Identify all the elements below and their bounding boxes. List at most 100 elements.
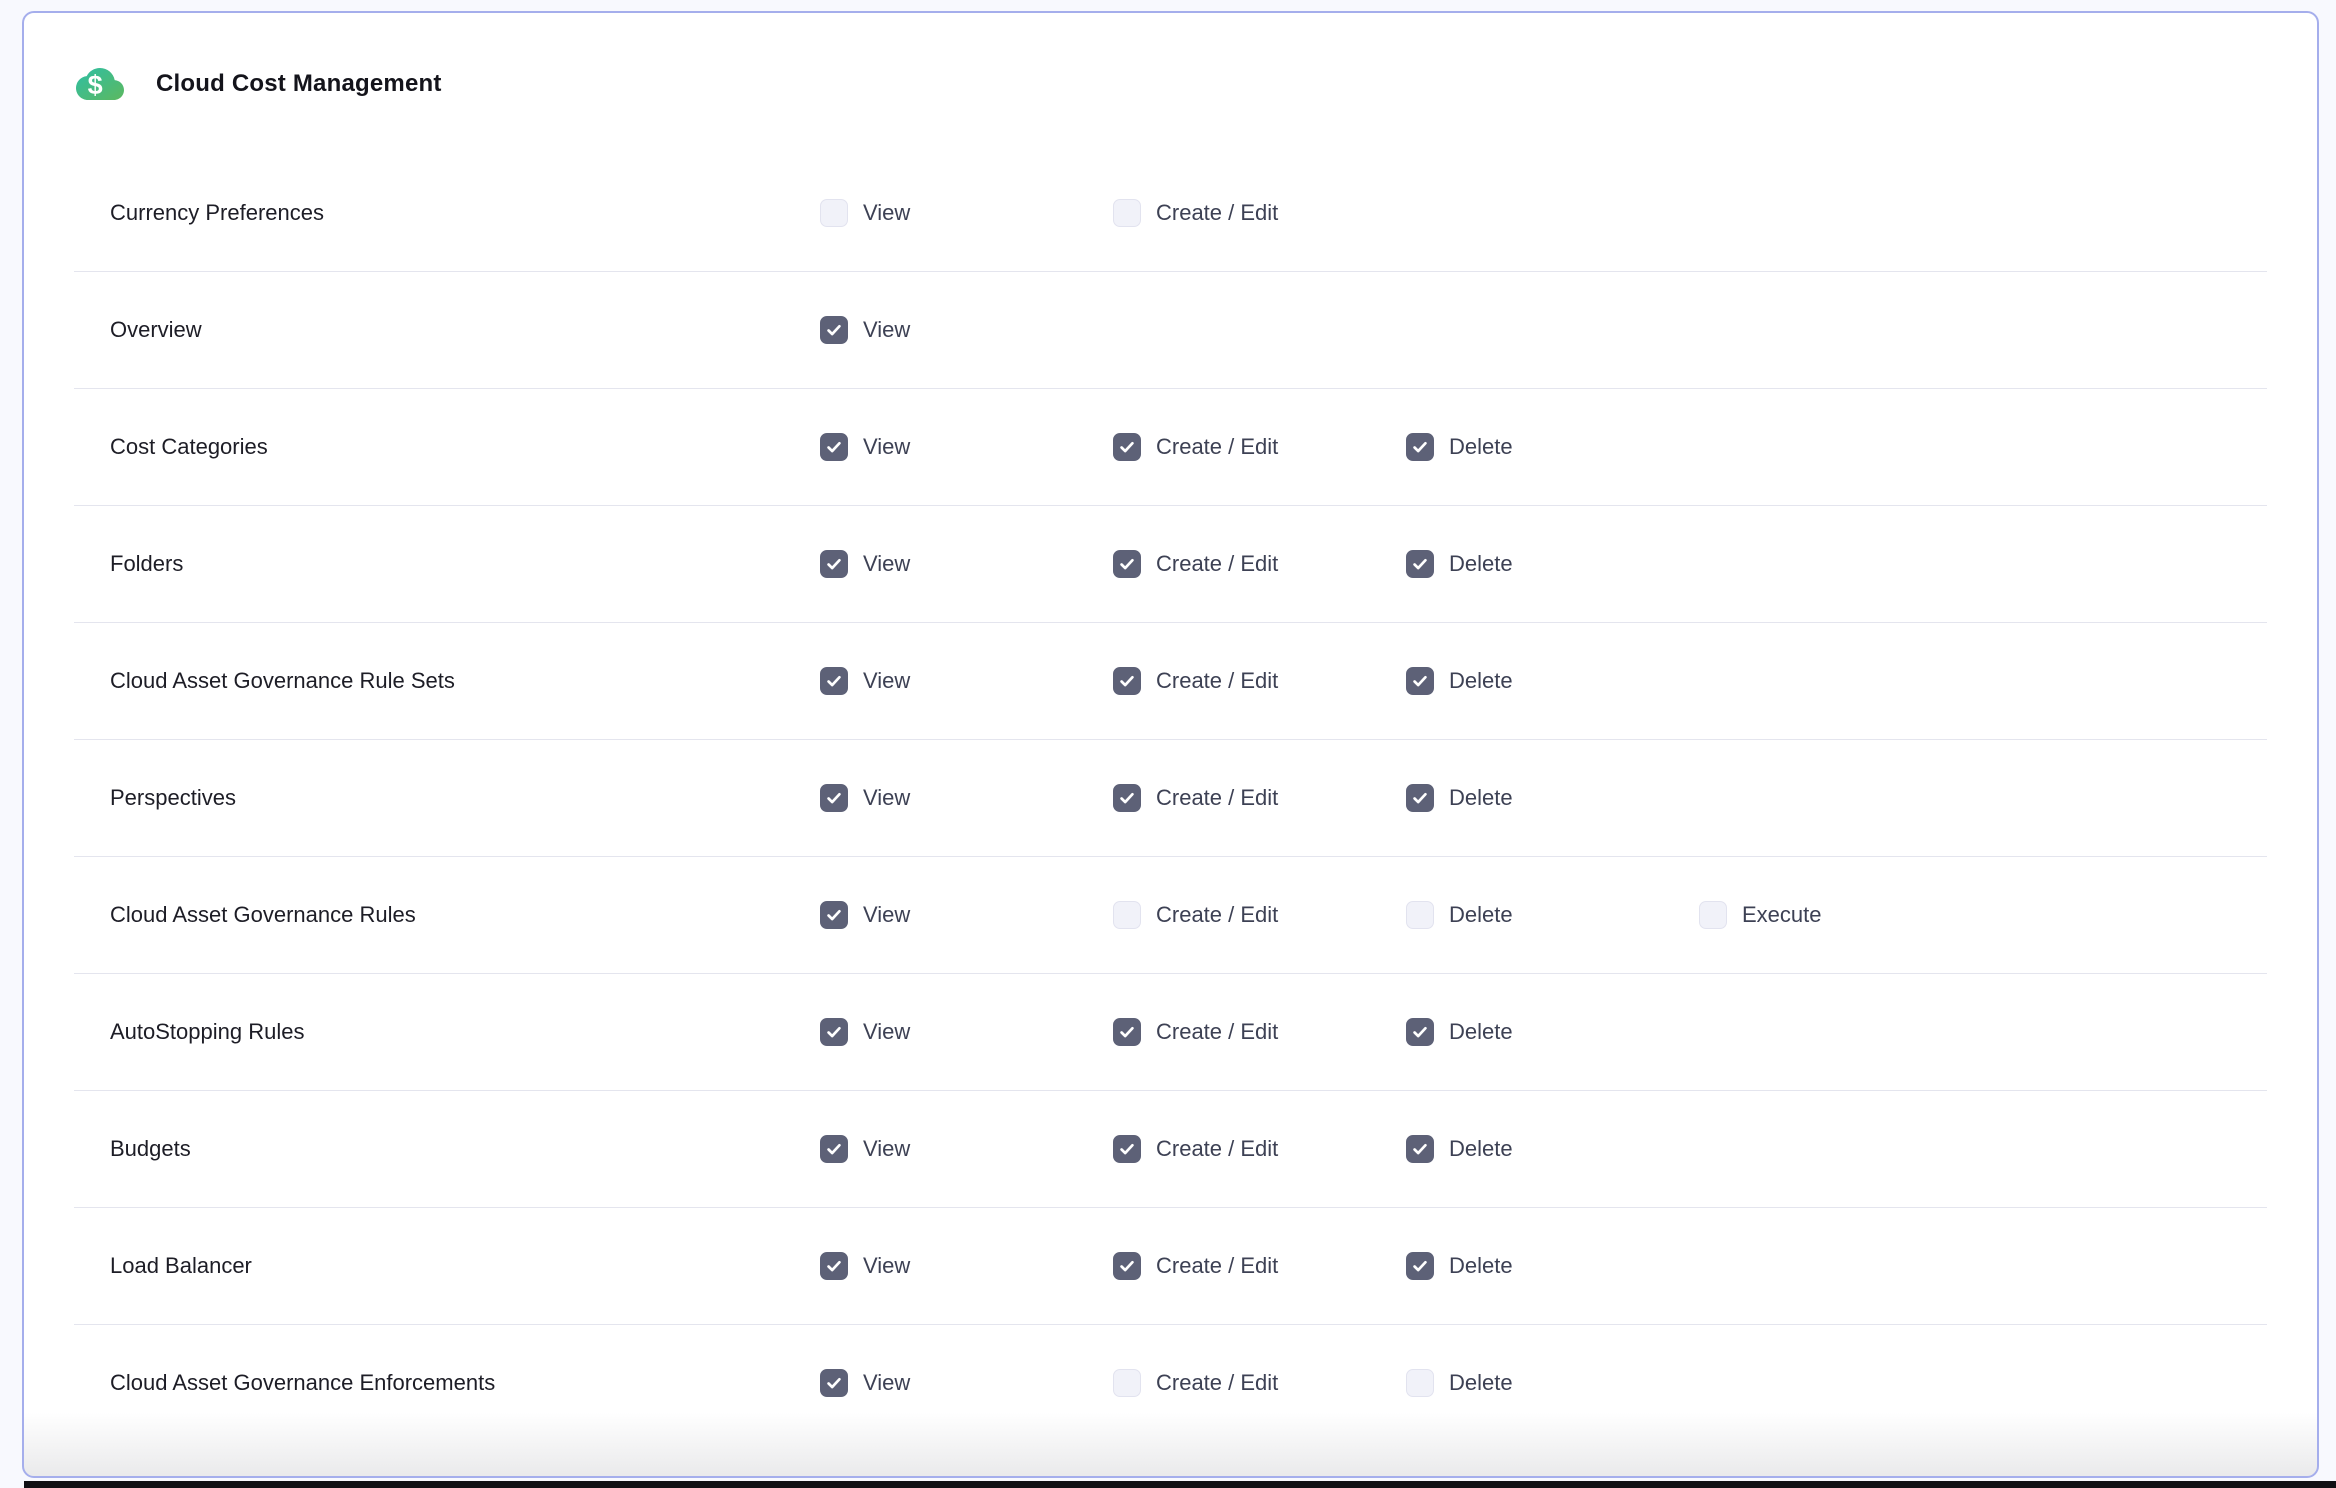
view-checkbox[interactable] [820, 550, 848, 578]
view-checkbox[interactable] [820, 1369, 848, 1397]
delete-checkbox[interactable] [1406, 784, 1434, 812]
permission-label: Create / Edit [1156, 1136, 1278, 1162]
permission-create_edit[interactable]: Create / Edit [1113, 1369, 1406, 1397]
permission-view[interactable]: View [820, 901, 1113, 929]
permission-label: View [863, 785, 910, 811]
permission-row: Cost CategoriesView Create / Edit Delete [74, 388, 2267, 505]
permission-create_edit[interactable]: Create / Edit [1113, 199, 1406, 227]
resource-label: Budgets [110, 1136, 820, 1162]
permission-label: Delete [1449, 1019, 1513, 1045]
create_edit-checkbox[interactable] [1113, 550, 1141, 578]
view-checkbox[interactable] [820, 784, 848, 812]
permission-row: Folders View Create / Edit Delete [74, 505, 2267, 622]
permission-row: Cloud Asset Governance Rule SetsViewCrea… [74, 622, 2267, 739]
permission-view[interactable]: View [820, 433, 1113, 461]
permission-label: Delete [1449, 434, 1513, 460]
view-checkbox[interactable] [820, 433, 848, 461]
permission-create_edit[interactable]: Create / Edit [1113, 1135, 1406, 1163]
resource-label: Cloud Asset Governance Enforcements [110, 1370, 820, 1396]
resource-label: Cloud Asset Governance Rules [110, 902, 820, 928]
permission-view[interactable]: View [820, 667, 1113, 695]
permission-create_edit[interactable]: Create / Edit [1113, 550, 1406, 578]
resource-label: Cost Categories [110, 434, 820, 460]
permission-create_edit[interactable]: Create / Edit [1113, 1252, 1406, 1280]
view-checkbox[interactable] [820, 199, 848, 227]
permission-create_edit[interactable]: Create / Edit [1113, 1018, 1406, 1046]
permission-label: Delete [1449, 1136, 1513, 1162]
view-checkbox[interactable] [820, 1018, 848, 1046]
svg-text:$: $ [88, 70, 103, 100]
permission-view[interactable]: View [820, 1018, 1113, 1046]
permissions-card: $ Cloud Cost Management Currency Prefere… [22, 11, 2319, 1478]
permission-delete[interactable]: Delete [1406, 433, 1699, 461]
permission-delete[interactable]: Delete [1406, 667, 1699, 695]
permission-create_edit[interactable]: Create / Edit [1113, 433, 1406, 461]
permission-delete[interactable]: Delete [1406, 1018, 1699, 1046]
create_edit-checkbox[interactable] [1113, 1135, 1141, 1163]
resource-label: Overview [110, 317, 820, 343]
permission-delete[interactable]: Delete [1406, 1369, 1699, 1397]
permission-delete[interactable]: Delete [1406, 550, 1699, 578]
create_edit-checkbox[interactable] [1113, 199, 1141, 227]
permission-label: Create / Edit [1156, 200, 1278, 226]
resource-label: Currency Preferences [110, 200, 820, 226]
resource-label: Load Balancer [110, 1253, 820, 1279]
permission-view[interactable]: View [820, 1252, 1113, 1280]
create_edit-checkbox[interactable] [1113, 1369, 1141, 1397]
permission-view[interactable]: View [820, 550, 1113, 578]
permission-create_edit[interactable]: Create / Edit [1113, 784, 1406, 812]
create_edit-checkbox[interactable] [1113, 667, 1141, 695]
view-checkbox[interactable] [820, 1135, 848, 1163]
permission-label: Delete [1449, 902, 1513, 928]
resource-label: AutoStopping Rules [110, 1019, 820, 1045]
delete-checkbox[interactable] [1406, 1252, 1434, 1280]
delete-checkbox[interactable] [1406, 667, 1434, 695]
permission-label: View [863, 200, 910, 226]
delete-checkbox[interactable] [1406, 550, 1434, 578]
create_edit-checkbox[interactable] [1113, 901, 1141, 929]
permission-label: Delete [1449, 668, 1513, 694]
permission-row: Cloud Asset Governance EnforcementsViewC… [74, 1324, 2267, 1441]
permission-label: View [863, 902, 910, 928]
permission-create_edit[interactable]: Create / Edit [1113, 901, 1406, 929]
create_edit-checkbox[interactable] [1113, 1018, 1141, 1046]
delete-checkbox[interactable] [1406, 901, 1434, 929]
permission-view[interactable]: View [820, 784, 1113, 812]
permission-label: Create / Edit [1156, 1019, 1278, 1045]
permission-label: Create / Edit [1156, 1253, 1278, 1279]
permission-row: PerspectivesViewCreate / EditDelete [74, 739, 2267, 856]
permission-label: Delete [1449, 551, 1513, 577]
permission-row: Load Balancer View Create / Edit Delete [74, 1207, 2267, 1324]
execute-checkbox[interactable] [1699, 901, 1727, 929]
view-checkbox[interactable] [820, 1252, 848, 1280]
permission-execute[interactable]: Execute [1699, 901, 2267, 929]
permissions-table: Currency PreferencesViewCreate / EditOve… [74, 154, 2267, 1441]
create_edit-checkbox[interactable] [1113, 433, 1141, 461]
permission-delete[interactable]: Delete [1406, 1252, 1699, 1280]
view-checkbox[interactable] [820, 316, 848, 344]
delete-checkbox[interactable] [1406, 1369, 1434, 1397]
permission-label: Delete [1449, 1253, 1513, 1279]
permission-delete[interactable]: Delete [1406, 1135, 1699, 1163]
view-checkbox[interactable] [820, 667, 848, 695]
permission-view[interactable]: View [820, 1135, 1113, 1163]
permission-label: Create / Edit [1156, 434, 1278, 460]
permission-label: View [863, 668, 910, 694]
create_edit-checkbox[interactable] [1113, 1252, 1141, 1280]
delete-checkbox[interactable] [1406, 1018, 1434, 1046]
permission-create_edit[interactable]: Create / Edit [1113, 667, 1406, 695]
delete-checkbox[interactable] [1406, 433, 1434, 461]
permission-view[interactable]: View [820, 316, 1113, 344]
permission-delete[interactable]: Delete [1406, 901, 1699, 929]
view-checkbox[interactable] [820, 901, 848, 929]
permission-label: View [863, 551, 910, 577]
permission-view[interactable]: View [820, 199, 1113, 227]
permission-view[interactable]: View [820, 1369, 1113, 1397]
permission-label: View [863, 1253, 910, 1279]
create_edit-checkbox[interactable] [1113, 784, 1141, 812]
permission-label: Create / Edit [1156, 785, 1278, 811]
delete-checkbox[interactable] [1406, 1135, 1434, 1163]
permission-delete[interactable]: Delete [1406, 784, 1699, 812]
module-header: $ Cloud Cost Management [74, 13, 2267, 154]
resource-label: Folders [110, 551, 820, 577]
